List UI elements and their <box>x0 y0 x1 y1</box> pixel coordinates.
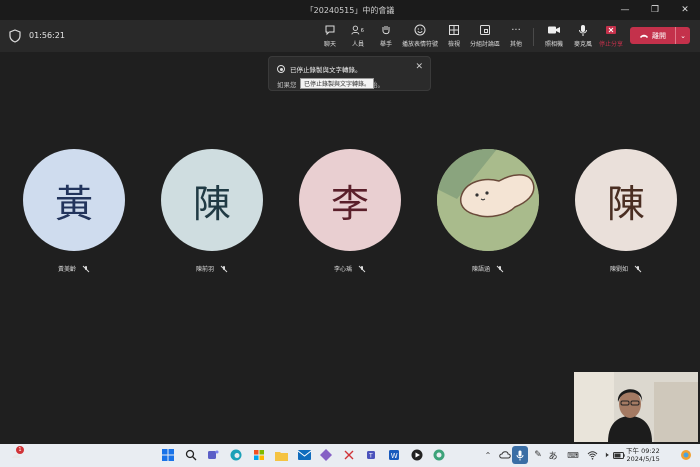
window-controls: — ❐ ✕ <box>610 0 700 20</box>
toolbar-divider <box>533 28 534 46</box>
participant-name: 陳語涵 <box>471 266 490 273</box>
leave-main[interactable]: 離開 <box>630 31 675 41</box>
cat-avatar-image <box>437 149 539 251</box>
mic-off-icon <box>82 265 90 272</box>
chat-icon <box>323 23 337 37</box>
participant-tile[interactable]: 李 李心瑀 <box>299 149 401 273</box>
cloud-icon[interactable] <box>497 447 513 463</box>
notice-title: 已停止錄製與文字轉錄。 <box>290 66 362 74</box>
participant-name: 李心瑀 <box>333 266 352 273</box>
camera-icon <box>547 23 561 37</box>
participant-tile[interactable]: 黃 黃美齡 <box>23 149 125 273</box>
participant-name: 陳前羽 <box>195 266 214 273</box>
participant-tile[interactable]: 陳 陳前羽 <box>161 149 263 273</box>
start-icon[interactable] <box>160 447 176 463</box>
people-count: 6 <box>361 28 365 34</box>
file-explorer-icon[interactable] <box>273 447 289 463</box>
stop-share-button[interactable]: 停止分享 <box>593 23 629 49</box>
store-icon[interactable] <box>251 447 267 463</box>
close-icon[interactable]: ✕ <box>415 62 423 72</box>
more-button[interactable]: ··· 其他 <box>498 23 534 49</box>
emoji-icon <box>413 23 427 37</box>
stop-share-icon <box>604 23 618 37</box>
copilot-tray-icon[interactable] <box>678 447 694 463</box>
notification-badge: 1 <box>16 446 24 454</box>
snipping-tool-icon[interactable] <box>341 447 357 463</box>
windows-taskbar: ☁ 1 T W ⌃ ✎ あ ⌨ 🕨 下午 09:22 2024/5/15 <box>0 444 700 467</box>
more-icon: ··· <box>511 24 521 36</box>
raise-hand-button[interactable]: 舉手 <box>368 23 404 49</box>
chevron-down-icon[interactable]: ⌄ <box>676 32 690 40</box>
word-icon[interactable]: W <box>386 447 402 463</box>
title-bar: 「20240515」中的會議 — ❐ ✕ <box>0 0 700 20</box>
tooltip: 已停止錄製與文字轉錄。 <box>300 78 375 89</box>
window-title: 「20240515」中的會議 <box>305 5 395 15</box>
ime-indicator[interactable]: あ <box>545 447 561 463</box>
avatar: 陳 <box>575 149 677 251</box>
media-player-icon[interactable] <box>409 447 425 463</box>
mic-off-icon <box>220 265 228 272</box>
leave-button[interactable]: 離開 ⌄ <box>630 27 690 44</box>
svg-text:W: W <box>391 452 398 460</box>
participant-name: 陳劉如 <box>609 266 628 273</box>
mic-off-icon <box>358 265 366 272</box>
chevron-up-icon[interactable]: ⌃ <box>480 447 496 463</box>
battery-icon[interactable] <box>611 447 627 463</box>
clock-date: 2024/5/15 <box>626 455 660 463</box>
pen-icon[interactable]: ✎ <box>530 447 546 463</box>
leave-label: 離開 <box>652 31 666 40</box>
self-view-video[interactable] <box>574 372 698 442</box>
keyboard-icon[interactable]: ⌨ <box>565 447 581 463</box>
microphone-icon <box>576 23 590 37</box>
avatar: 黃 <box>23 149 125 251</box>
emoji-button[interactable]: 播放表情符號 <box>402 23 438 49</box>
copilot-icon[interactable] <box>318 447 334 463</box>
avatar-picture <box>437 149 539 251</box>
meeting-timer: 01:56:21 <box>29 31 65 40</box>
shield-icon <box>9 29 21 43</box>
hang-up-icon <box>640 34 648 38</box>
clock-time: 下午 09:22 <box>626 447 660 455</box>
microphone-icon[interactable] <box>512 446 528 464</box>
self-view-image <box>574 372 698 442</box>
close-icon[interactable]: ✕ <box>670 0 700 20</box>
participant-tile[interactable]: 陳語涵 <box>437 149 539 273</box>
search-icon[interactable] <box>183 447 199 463</box>
mic-off-icon <box>634 265 642 272</box>
meeting-toolbar: 01:56:21 聊天 6 人員 舉手 播放表情符號 檢視 分組討論區 ··· … <box>0 20 700 52</box>
avatar: 李 <box>299 149 401 251</box>
view-icon <box>447 23 461 37</box>
breakout-rooms-icon <box>478 23 492 37</box>
mail-icon[interactable] <box>296 447 312 463</box>
browser-icon[interactable] <box>431 447 447 463</box>
teams-app-icon[interactable]: T <box>364 447 380 463</box>
recording-status-icon <box>277 65 285 73</box>
participant-name: 黃美齡 <box>57 266 76 273</box>
restore-icon[interactable]: ❐ <box>640 0 670 20</box>
participant-tile[interactable]: 陳 陳劉如 <box>575 149 677 273</box>
mic-off-icon <box>496 265 504 272</box>
avatar: 陳 <box>161 149 263 251</box>
minimize-icon[interactable]: — <box>610 0 640 20</box>
raise-hand-icon <box>379 23 393 37</box>
system-clock[interactable]: 下午 09:22 2024/5/15 <box>626 447 660 463</box>
edge-icon[interactable] <box>228 447 244 463</box>
teams-icon[interactable] <box>205 447 221 463</box>
people-icon: 6 <box>351 23 365 37</box>
svg-text:T: T <box>368 453 373 460</box>
